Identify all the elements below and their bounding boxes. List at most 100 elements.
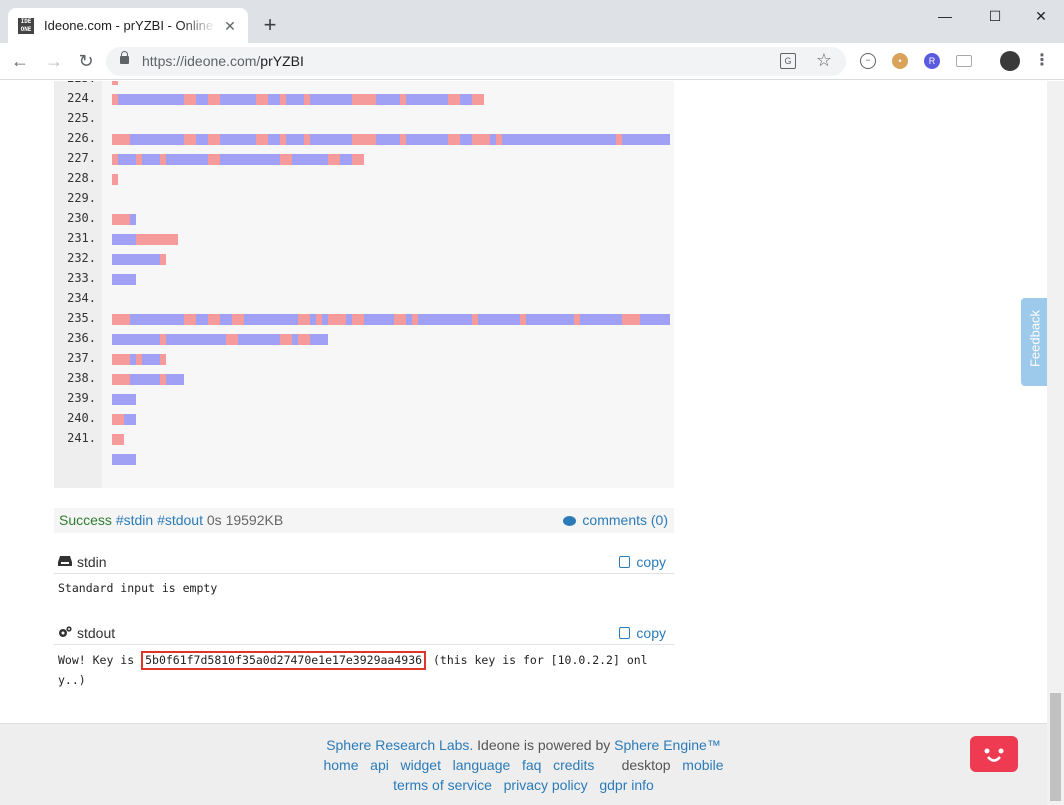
code-token-highlight: [472, 134, 490, 145]
code-token-highlight: [112, 334, 160, 345]
footer-link-terms[interactable]: terms of service: [393, 777, 492, 793]
code-token-highlight: [112, 174, 118, 185]
translate-icon[interactable]: G: [780, 53, 796, 69]
close-tab-icon[interactable]: ✕: [222, 18, 238, 34]
maximize-button[interactable]: ☐: [972, 4, 1018, 28]
feedback-tab[interactable]: Feedback: [1021, 298, 1047, 386]
line-number: 224.: [67, 91, 96, 105]
code-token-highlight: [184, 134, 196, 145]
code-token-highlight: [268, 94, 280, 105]
footer-link-home[interactable]: home: [323, 757, 358, 773]
copy-label: copy: [636, 554, 666, 570]
code-token-highlight: [142, 154, 160, 165]
footer-link-privacy[interactable]: privacy policy: [504, 777, 588, 793]
chat-bot-icon[interactable]: [970, 736, 1018, 772]
forward-button[interactable]: →: [42, 49, 66, 73]
code-token-highlight: [580, 314, 622, 325]
minimize-button[interactable]: —: [922, 4, 968, 28]
scrollbar-thumb[interactable]: [1050, 693, 1061, 801]
code-token-highlight: [256, 94, 268, 105]
code-token-highlight: [112, 374, 130, 385]
footer-link-faq[interactable]: faq: [522, 757, 541, 773]
code-token-highlight: [406, 134, 448, 145]
feedback-label: Feedback: [1027, 309, 1043, 368]
stdin-header: stdin copy: [54, 552, 674, 574]
stdout-content-line2: y..): [58, 673, 86, 687]
sphere-engine-link[interactable]: Sphere Engine™: [614, 737, 721, 753]
new-tab-button[interactable]: +: [258, 14, 282, 38]
code-token-highlight: [232, 314, 244, 325]
code-token-highlight: [310, 334, 328, 345]
code-token-highlight: [220, 94, 256, 105]
profile-avatar[interactable]: [1000, 51, 1020, 71]
code-token-highlight: [160, 354, 166, 365]
footer-link-api[interactable]: api: [370, 757, 389, 773]
code-token-highlight: [136, 234, 178, 245]
code-token-highlight: [142, 354, 160, 365]
copy-icon: [619, 556, 631, 568]
footer-link-widget[interactable]: widget: [401, 757, 441, 773]
comments-link[interactable]: comments (0): [563, 508, 668, 533]
close-window-button[interactable]: ✕: [1018, 4, 1064, 28]
block-extension-icon[interactable]: −: [860, 53, 876, 69]
code-token-highlight: [196, 314, 208, 325]
copy-icon: [619, 627, 631, 639]
address-bar[interactable]: https://ideone.com/prYZBI G ☆: [106, 47, 846, 76]
r-extension-icon[interactable]: R: [924, 53, 940, 69]
code-token-highlight: [376, 134, 400, 145]
code-token-highlight: [280, 334, 292, 345]
code-token-highlight: [184, 94, 196, 105]
code-token-highlight: [112, 81, 118, 85]
page-content: 223. 224. 225. 226. 227. 228. 229. 230. 231. 232.…: [0, 81, 1047, 805]
code-token-highlight: [130, 314, 184, 325]
url-text: https://ideone.com/prYZBI: [142, 53, 304, 69]
cookie-extension-icon[interactable]: •: [892, 53, 908, 69]
stdin-copy-button[interactable]: copy: [619, 554, 666, 570]
exec-time: 0s: [206, 512, 222, 528]
bookmark-star-icon[interactable]: ☆: [816, 50, 832, 71]
footer-link-mobile[interactable]: mobile: [682, 757, 723, 773]
code-token-highlight: [310, 94, 352, 105]
code-token-highlight: [112, 454, 136, 465]
stdout-copy-button[interactable]: copy: [619, 625, 666, 641]
code-token-highlight: [328, 314, 346, 325]
code-token-highlight: [166, 334, 226, 345]
result-status-bar: Success #stdin #stdout 0s 19592KB commen…: [54, 508, 674, 533]
tag-stdin-link[interactable]: #stdin: [116, 512, 153, 528]
stdout-header: stdout copy: [54, 623, 674, 645]
page-scrollbar[interactable]: [1047, 81, 1064, 805]
tab-strip: IDE ONE Ideone.com - prYZBI - Online Wi …: [0, 0, 1064, 43]
comments-label: comments (0): [582, 512, 668, 528]
sphere-research-link[interactable]: Sphere Research Labs.: [326, 737, 473, 753]
code-token-highlight: [364, 314, 394, 325]
code-token-highlight: [130, 374, 160, 385]
code-token-highlight: [196, 94, 208, 105]
code-token-highlight: [118, 154, 136, 165]
line-number: 227.: [67, 151, 96, 165]
menu-dots-icon[interactable]: ⋮: [1034, 51, 1050, 71]
footer-link-gdpr[interactable]: gdpr info: [599, 777, 653, 793]
line-number: 236.: [67, 331, 96, 345]
browser-tab[interactable]: IDE ONE Ideone.com - prYZBI - Online Wi …: [8, 8, 248, 43]
code-token-highlight: [256, 134, 268, 145]
line-number: 228.: [67, 171, 96, 185]
code-token-highlight: [268, 134, 280, 145]
code-token-highlight: [184, 314, 196, 325]
line-number: 241.: [67, 431, 96, 445]
code-token-highlight: [292, 154, 328, 165]
footer-link-credits[interactable]: credits: [553, 757, 594, 773]
code-token-highlight: [502, 134, 616, 145]
line-number: 238.: [67, 371, 96, 385]
code-token-highlight: [640, 314, 670, 325]
line-number: 237.: [67, 351, 96, 365]
footer-link-language[interactable]: language: [453, 757, 511, 773]
line-number: 229.: [67, 191, 96, 205]
code-token-highlight: [208, 134, 220, 145]
code-token-highlight: [166, 374, 184, 385]
back-button[interactable]: ←: [8, 49, 32, 73]
cast-extension-icon[interactable]: [956, 55, 972, 67]
reload-button[interactable]: ↻: [74, 49, 98, 73]
tag-stdout-link[interactable]: #stdout: [157, 512, 203, 528]
line-number: 240.: [67, 411, 96, 425]
code-token-highlight: [340, 154, 352, 165]
